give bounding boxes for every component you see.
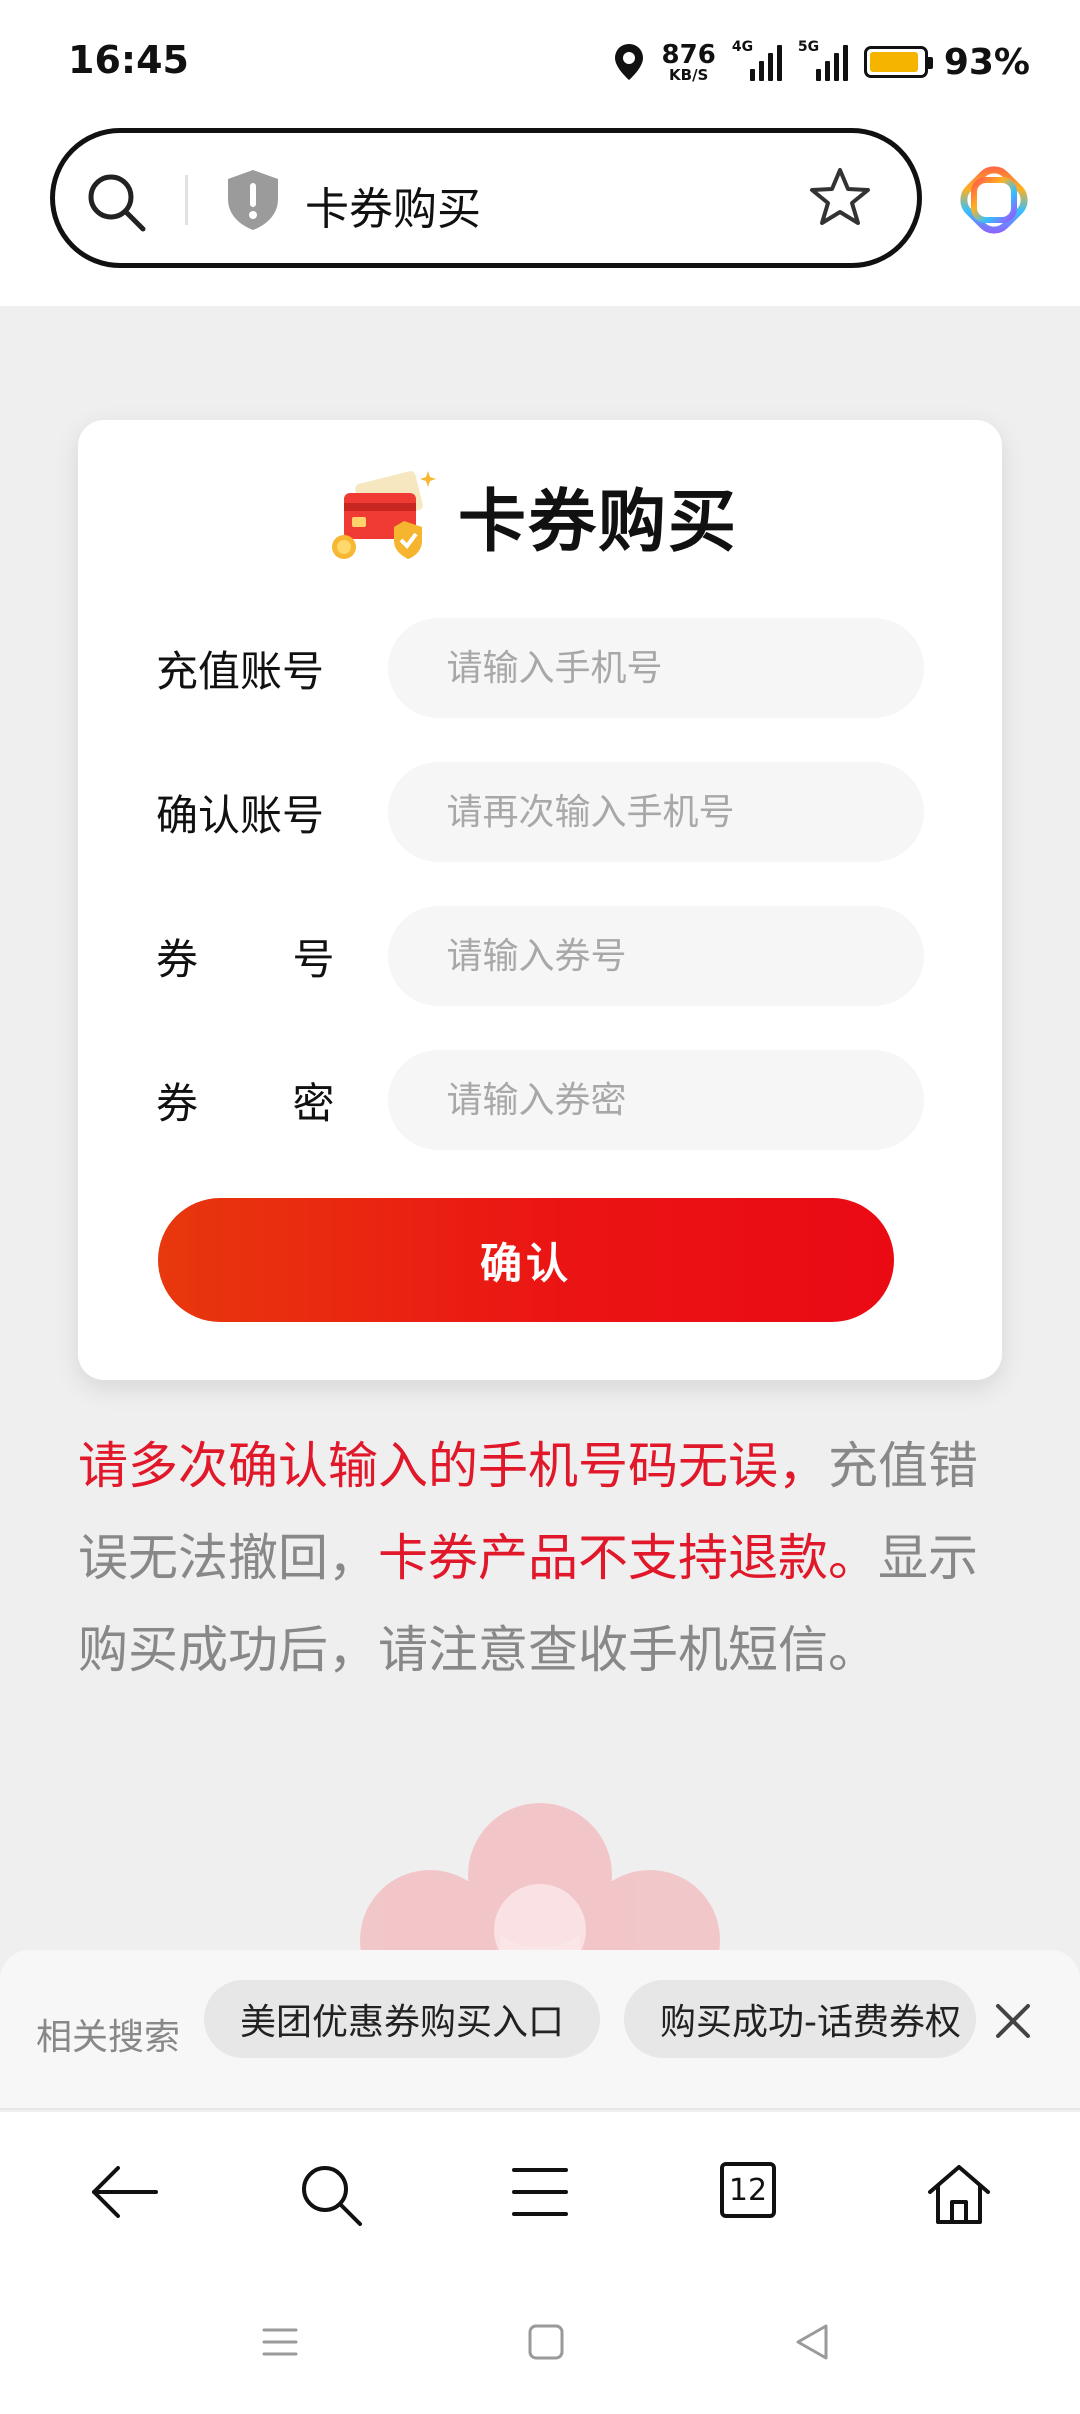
tabs-icon: 12 (720, 2162, 776, 2218)
signal-4g-label: 4G (731, 39, 754, 55)
related-chip[interactable]: 购买成功-话费券权 (624, 1980, 976, 2058)
card-header: 卡券购买 (328, 460, 738, 570)
app-logo-icon[interactable] (960, 166, 1028, 234)
status-bar: 16:45 876 KB/S 4G 5G 93% (0, 0, 1080, 120)
browser-toolbar: 卡券购买 (0, 120, 1080, 306)
signal-5g-label: 5G (797, 39, 820, 55)
back-triangle-icon[interactable] (792, 2322, 832, 2362)
coupon-password-input[interactable] (388, 1050, 924, 1150)
coupon-password-label-char2: 密 (292, 1078, 335, 1128)
address-text[interactable]: 卡券购买 (305, 173, 481, 237)
back-arrow-icon[interactable] (88, 2162, 160, 2222)
home-icon[interactable] (926, 2162, 992, 2226)
tabs-button[interactable]: 12 (720, 2162, 776, 2218)
related-chip[interactable]: 美团优惠券购买入口 (204, 1980, 600, 2058)
status-indicators: 876 KB/S 4G 5G 93% (612, 36, 1030, 88)
coupon-number-label: 券 号 (156, 926, 388, 987)
network-speed: 876 KB/S (662, 42, 716, 83)
coupon-password-row: 券 密 (156, 1050, 924, 1150)
notice-red-part3: 卡券产品不支持退款。 (378, 1529, 878, 1587)
confirm-button[interactable]: 确认 (158, 1198, 894, 1322)
address-divider (185, 175, 188, 225)
signal-4g-icon: 4G (732, 39, 782, 81)
recharge-account-label: 充值账号 (156, 646, 325, 696)
battery-icon (863, 46, 933, 78)
confirm-account-input[interactable] (388, 762, 924, 862)
related-searches-label: 相关搜索 (36, 2017, 181, 2058)
related-searches-bar: 相关搜索 美团优惠券购买入口 购买成功-话费券权 (0, 1950, 1080, 2110)
coupon-number-label-char2: 号 (292, 934, 335, 984)
battery-percent: 93% (943, 41, 1030, 83)
address-bar[interactable]: 卡券购买 (50, 128, 922, 268)
coupon-password-label: 券 密 (156, 1070, 388, 1131)
flower-watermark-icon (360, 1803, 720, 1970)
notice-red-part1: 请多次确认输入的手机号码无误， (78, 1437, 828, 1495)
confirm-account-label: 确认账号 (156, 790, 325, 840)
system-nav-bar (0, 2272, 1080, 2414)
purchase-card: 卡券购买 充值账号 确认账号 券 号 券 密 确认 (78, 420, 1002, 1380)
recents-icon[interactable] (260, 2322, 300, 2362)
menu-icon[interactable] (510, 2162, 570, 2222)
search-icon[interactable] (85, 171, 149, 235)
recharge-account-input[interactable] (388, 618, 924, 718)
network-speed-value: 876 (661, 39, 716, 70)
coupon-cards-icon (332, 471, 436, 559)
coupon-number-label-char1: 券 (156, 934, 199, 984)
star-icon[interactable] (807, 165, 873, 231)
battery-fill (869, 52, 919, 72)
home-square-icon[interactable] (526, 2322, 566, 2362)
signal-5g-icon: 5G (798, 39, 848, 81)
close-icon[interactable] (990, 1998, 1036, 2044)
shield-alert-icon[interactable] (223, 167, 283, 233)
search-icon[interactable] (298, 2162, 364, 2228)
status-time: 16:45 (68, 38, 189, 82)
coupon-password-label-char1: 券 (156, 1078, 199, 1128)
related-chip-text: 购买成功-话费券权 (660, 2002, 961, 2043)
browser-bottom-nav: 12 (0, 2112, 1080, 2272)
coupon-number-row: 券 号 (156, 906, 924, 1006)
recharge-account-row: 充值账号 (156, 618, 924, 718)
coupon-number-input[interactable] (388, 906, 924, 1006)
location-pin-icon (614, 44, 643, 80)
confirm-account-row: 确认账号 (156, 762, 924, 862)
network-speed-unit: KB/S (669, 65, 709, 84)
card-title: 卡券购买 (458, 482, 739, 562)
purchase-notice: 请多次确认输入的手机号码无误，充值错误无法撤回，卡券产品不支持退款。显示购买成功… (78, 1420, 978, 1696)
